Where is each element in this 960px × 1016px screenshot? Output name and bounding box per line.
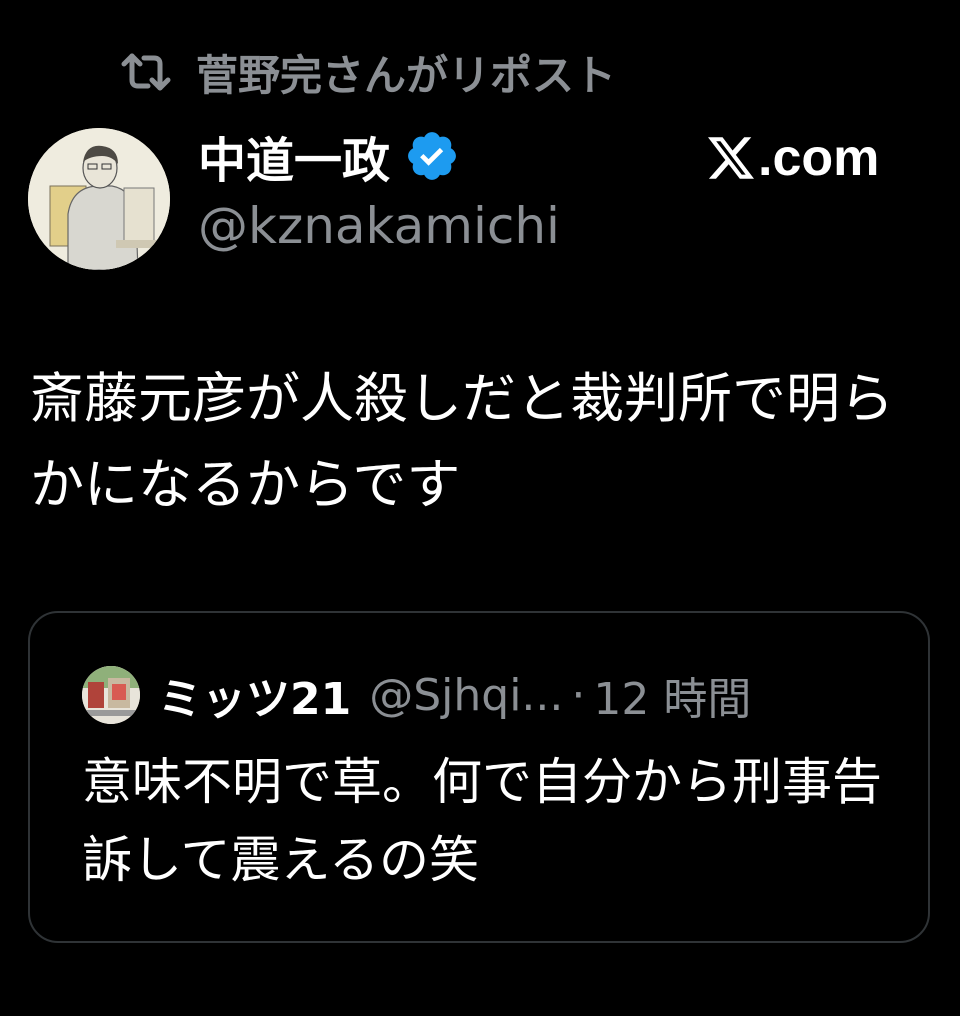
quoted-author-handle[interactable]: @Sjhqi... [369, 670, 563, 721]
quoted-tweet-card[interactable]: ミッツ21 @Sjhqi... · 12 時間 意味不明で草。何で自分から刑事告… [28, 611, 930, 943]
quoted-tweet-text: 意味不明で草。何で自分から刑事告訴して震えるの笑 [82, 753, 882, 889]
quoted-author-avatar[interactable] [82, 666, 140, 724]
repost-icon [118, 50, 174, 94]
quoted-author-name[interactable]: ミッツ21 [158, 663, 351, 727]
repost-indicator[interactable]: 菅野完さんがリポスト [118, 44, 616, 100]
author-display-name[interactable]: 中道一政 [198, 124, 460, 189]
tweet-body-text: 斎藤元彦が人殺しだと裁判所で明らかになるからです [30, 367, 894, 516]
author-avatar[interactable] [28, 128, 170, 270]
quoted-tweet-header: ミッツ21 @Sjhqi... · 12 時間 [82, 663, 751, 727]
avatar-sketch-image [28, 128, 170, 270]
verified-badge-icon[interactable] [404, 128, 460, 184]
quoted-separator: · [571, 669, 586, 721]
source-x-com: .com [708, 126, 879, 190]
quoted-timestamp[interactable]: 12 時間 [593, 663, 751, 727]
quoted-avatar-image [82, 666, 140, 724]
source-label: .com [758, 129, 880, 187]
repost-label: 菅野完さんがリポスト [196, 50, 617, 100]
author-handle[interactable]: @kznakamichi [198, 196, 560, 256]
x-logo-icon [708, 135, 754, 181]
author-name-text: 中道一政 [198, 133, 391, 189]
